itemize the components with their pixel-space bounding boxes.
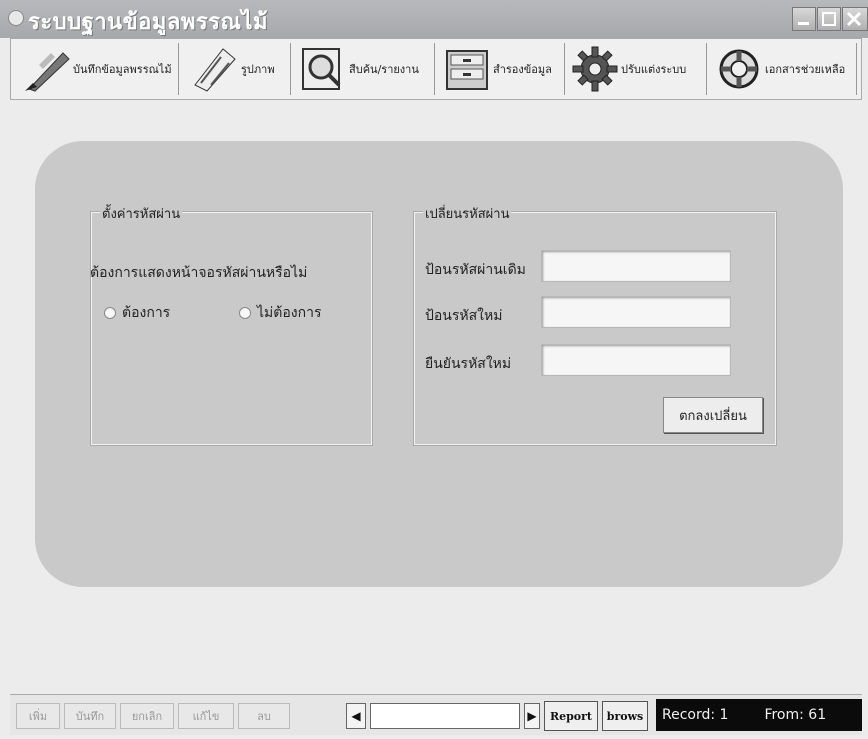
toolbar-label: สำรองข้อมูล bbox=[493, 63, 552, 76]
radio-label: ไม่ต้องการ bbox=[257, 305, 322, 321]
picture-icon bbox=[194, 48, 236, 92]
main-window: ระบบฐานข้อมูลพรรณไม้ บันทึกข้อมูลพรรณไม้ bbox=[0, 0, 868, 739]
window-title: ระบบฐานข้อมูลพรรณไม้ bbox=[28, 9, 268, 35]
radio-show-password-yes[interactable]: ต้องการ bbox=[104, 302, 170, 324]
add-button[interactable]: เพิ่ม bbox=[16, 703, 60, 729]
old-password-field[interactable] bbox=[541, 250, 731, 282]
new-password-field[interactable] bbox=[541, 296, 731, 328]
maximize-icon bbox=[822, 12, 836, 26]
record-number: Record: 1 bbox=[662, 707, 729, 723]
toolbar-label: ปรับแต่งระบบ bbox=[621, 63, 687, 76]
toolbar-label: รูปภาพ bbox=[241, 63, 275, 76]
delete-button[interactable]: ลบ bbox=[238, 703, 290, 729]
close-icon bbox=[846, 11, 862, 27]
record-scroll-field[interactable] bbox=[370, 703, 520, 729]
close-button[interactable] bbox=[842, 7, 868, 31]
maximize-button[interactable] bbox=[817, 7, 841, 31]
cancel-button[interactable]: ยกเลิก bbox=[120, 703, 174, 729]
toolbar-system-settings[interactable]: ปรับแต่งระบบ bbox=[567, 43, 707, 95]
cabinet-icon bbox=[446, 50, 488, 90]
content-area: ตั้งค่ารหัสผ่าน ต้องการแสดงหน้าจอรหัสผ่า… bbox=[10, 101, 862, 688]
show-password-question: ต้องการแสดงหน้าจอรหัสผ่านหรือไม่ bbox=[90, 265, 308, 281]
gear-icon bbox=[572, 46, 618, 92]
change-password-group: เปลี่ยนรหัสผ่าน ป้อนรหัสผ่านเดิม ป้อนรหั… bbox=[413, 203, 777, 446]
toolbar-label: สืบค้น/รายงาน bbox=[349, 63, 419, 76]
toolbar-label: บันทึกข้อมูลพรรณไม้ bbox=[73, 63, 172, 76]
confirm-change-button[interactable]: ตกลงเปลี่ยน bbox=[663, 397, 763, 433]
toolbar-pictures[interactable]: รูปภาพ bbox=[187, 43, 291, 95]
minimize-icon bbox=[798, 22, 809, 25]
confirm-password-field[interactable] bbox=[541, 344, 731, 376]
previous-record-button[interactable]: ◀ bbox=[346, 703, 366, 729]
record-total: From: 61 bbox=[764, 707, 827, 723]
record-counter: Record: 1 From: 61 bbox=[656, 699, 862, 731]
settings-panel: ตั้งค่ารหัสผ่าน ต้องการแสดงหน้าจอรหัสผ่า… bbox=[35, 141, 843, 587]
title-bar[interactable]: ระบบฐานข้อมูลพรรณไม้ bbox=[0, 0, 868, 38]
password-settings-group: ตั้งค่ารหัสผ่าน ต้องการแสดงหน้าจอรหัสผ่า… bbox=[90, 203, 373, 446]
new-password-label: ป้อนรหัสใหม่ bbox=[425, 308, 503, 324]
next-record-button[interactable]: ▶ bbox=[524, 703, 540, 729]
change-password-legend: เปลี่ยนรหัสผ่าน bbox=[423, 203, 512, 224]
lifebuoy-icon bbox=[719, 49, 759, 89]
radio-circle bbox=[239, 307, 251, 319]
toolbar-backup[interactable]: สำรองข้อมูล bbox=[439, 43, 565, 95]
main-toolbar: บันทึกข้อมูลพรรณไม้ รูปภาพ สืบค้น/รายงาน bbox=[10, 38, 862, 100]
report-button[interactable]: Report bbox=[544, 701, 598, 731]
password-settings-legend: ตั้งค่ารหัสผ่าน bbox=[100, 203, 183, 224]
edit-button[interactable]: แก้ไข bbox=[178, 703, 234, 729]
brows-button[interactable]: brows bbox=[602, 701, 648, 731]
search-icon bbox=[302, 48, 341, 90]
confirm-password-label: ยืนยันรหัสใหม่ bbox=[425, 356, 512, 372]
radio-label: ต้องการ bbox=[122, 305, 171, 321]
toolbar-label: เอกสารช่วยเหลือ bbox=[765, 63, 846, 76]
toolbar-search-report[interactable]: สืบค้น/รายงาน bbox=[295, 43, 435, 95]
radio-show-password-no[interactable]: ไม่ต้องการ bbox=[239, 302, 321, 324]
minimize-button[interactable] bbox=[792, 7, 816, 31]
radio-circle bbox=[104, 307, 116, 319]
record-navigation-bar: เพิ่ม บันทึก ยกเลิก แก้ไข ลบ ◀ ▶ Report … bbox=[10, 694, 862, 735]
pen-icon bbox=[25, 52, 70, 92]
toolbar-record-plants[interactable]: บันทึกข้อมูลพรรณไม้ bbox=[19, 43, 179, 95]
app-icon bbox=[8, 10, 24, 26]
save-button[interactable]: บันทึก bbox=[64, 703, 116, 729]
old-password-label: ป้อนรหัสผ่านเดิม bbox=[425, 262, 526, 278]
toolbar-help-docs[interactable]: เอกสารช่วยเหลือ bbox=[711, 43, 857, 95]
